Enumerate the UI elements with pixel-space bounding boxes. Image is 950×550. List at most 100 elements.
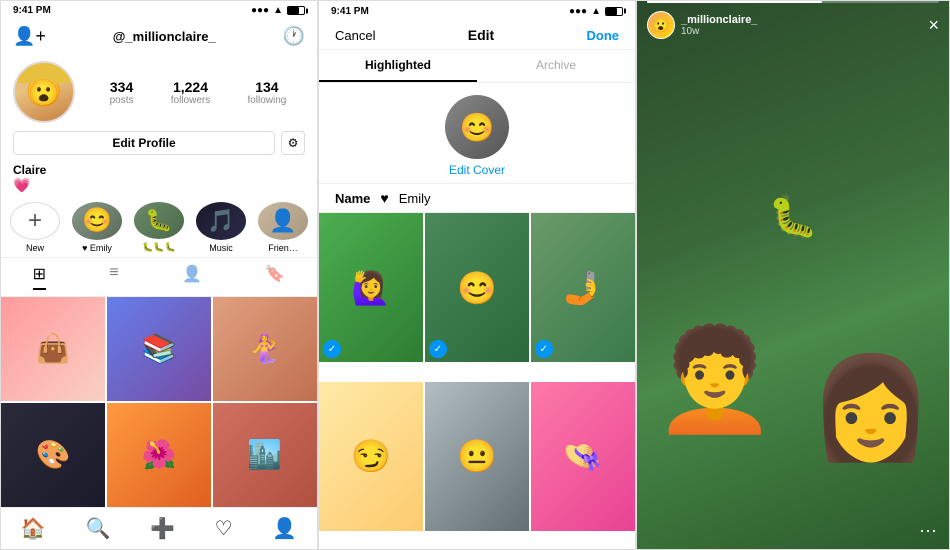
cover-emoji: 😊 <box>460 111 495 144</box>
tab-list[interactable]: ≡ <box>109 264 118 290</box>
status-bar-2: 9:41 PM ●●● ▲ <box>319 1 635 21</box>
story-cell-6[interactable]: 👒 <box>531 382 635 531</box>
profile-name: Claire <box>1 161 317 177</box>
nav-username: @_millionclaire_ <box>113 29 216 44</box>
close-icon[interactable]: × <box>928 15 939 36</box>
story-check-2: ✓ <box>429 340 447 358</box>
nav-heart-icon[interactable]: ♡ <box>215 516 233 541</box>
bottom-nav: 🏠 🔍 ➕ ♡ 👤 <box>1 507 317 549</box>
music-avatar: 🎵 <box>207 208 234 234</box>
signal-icon-2: ●●● <box>569 6 587 17</box>
following-label: following <box>247 95 286 106</box>
story-bottom: ··· <box>637 512 949 549</box>
name-value[interactable]: Emily <box>399 191 619 206</box>
story-cell-3[interactable]: 🤳 ✓ <box>531 213 635 362</box>
edit-tabs: Highlighted Archive <box>319 50 635 83</box>
story-bg-4: 😏 <box>319 382 423 531</box>
cover-section: 😊 Edit Cover <box>319 83 635 183</box>
story-overlay: 😮 _millionclaire_ 10w × ··· <box>637 1 949 549</box>
photo-1: 👜 <box>1 297 105 401</box>
status-time-1: 9:41 PM <box>13 5 51 16</box>
story-username: _millionclaire_ <box>681 14 757 26</box>
done-button[interactable]: Done <box>586 28 619 43</box>
new-highlight-circle: + <box>10 202 60 240</box>
history-icon[interactable]: 🕐 <box>283 26 305 47</box>
story-cell-4[interactable]: 😏 <box>319 382 423 531</box>
story-avatar: 😮 <box>647 11 675 39</box>
name-label: Name <box>335 191 370 206</box>
status-icons-2: ●●● ▲ <box>569 6 623 17</box>
friends-circle: 👤 <box>258 202 308 240</box>
grid-cell-6[interactable]: 🏙️ <box>213 403 317 507</box>
highlight-music[interactable]: 🎵 Music <box>195 202 247 253</box>
story-cell-5[interactable]: 😐 <box>425 382 529 531</box>
story-cell-1[interactable]: 🙋‍♀️ ✓ <box>319 213 423 362</box>
music-label: Music <box>209 243 233 253</box>
photo-4: 🎨 <box>1 403 105 507</box>
highlight-caterpillar[interactable]: 🐛 🐛🐛🐛 <box>133 202 185 253</box>
nav-bar-profile: 👤+ @_millionclaire_ 🕐 <box>1 20 317 53</box>
photo-3: 🧜‍♀️ <box>213 297 317 401</box>
tab-tagged[interactable]: 👤 <box>182 264 202 290</box>
tab-archive[interactable]: Archive <box>477 50 635 82</box>
avatar[interactable]: 😮 <box>13 61 75 123</box>
grid-cell-2[interactable]: 📚 <box>107 297 211 401</box>
avatar-face: 😮 <box>15 63 73 121</box>
followers-label: followers <box>171 95 210 106</box>
edit-title: Edit <box>468 27 494 43</box>
nav-profile-icon[interactable]: 👤 <box>272 516 297 541</box>
tab-saved[interactable]: 🔖 <box>265 264 285 290</box>
person-add-icon[interactable]: 👤+ <box>13 26 46 47</box>
caterpillar-circle: 🐛 <box>134 202 184 239</box>
more-options-icon[interactable]: ··· <box>919 520 937 541</box>
tab-grid[interactable]: ⊞ <box>33 264 46 290</box>
story-bg-6: 👒 <box>531 382 635 531</box>
edit-cover-link[interactable]: Edit Cover <box>449 163 505 177</box>
followers-count: 1,224 <box>173 79 208 95</box>
tab-highlighted[interactable]: Highlighted <box>319 50 477 82</box>
caterpillar-avatar: 🐛 <box>145 207 172 233</box>
nav-add-icon[interactable]: ➕ <box>150 516 175 541</box>
grid-cell-5[interactable]: 🌺 <box>107 403 211 507</box>
emily-label: ♥ Emily <box>82 243 112 253</box>
nav-home-icon[interactable]: 🏠 <box>21 516 46 541</box>
story-cell-2[interactable]: 😊 ✓ <box>425 213 529 362</box>
phone-profile: 9:41 PM ●●● ▲ 👤+ @_millionclaire_ 🕐 😮 33… <box>0 0 318 550</box>
settings-icon[interactable]: ⚙ <box>281 131 305 155</box>
signal-icon: ●●● <box>251 5 269 16</box>
highlight-emily[interactable]: 😊 ♥ Emily <box>71 202 123 253</box>
nav-search-icon[interactable]: 🔍 <box>85 516 110 541</box>
story-view: 🧑‍🦱 👩 🐛 😮 _millionclaire_ 10w <box>637 1 949 549</box>
grid-tabs: ⊞ ≡ 👤 🔖 <box>1 258 317 297</box>
caterpillar-label: 🐛🐛🐛 <box>142 242 176 253</box>
phone-story: 🧑‍🦱 👩 🐛 😮 _millionclaire_ 10w <box>636 0 950 550</box>
name-row: Name ♥ Emily <box>319 183 635 213</box>
stat-followers[interactable]: 1,224 followers <box>171 79 210 106</box>
edit-nav: Cancel Edit Done <box>319 21 635 50</box>
stats-row: 334 posts 1,224 followers 134 following <box>91 79 305 106</box>
edit-profile-button[interactable]: Edit Profile <box>13 131 275 155</box>
highlight-new-label: New <box>26 243 44 253</box>
following-count: 134 <box>255 79 278 95</box>
grid-cell-3[interactable]: 🧜‍♀️ <box>213 297 317 401</box>
profile-bio-emoji: 💗 <box>1 177 317 198</box>
friends-avatar: 👤 <box>269 208 296 234</box>
emily-circle: 😊 <box>72 202 122 240</box>
cover-circle[interactable]: 😊 <box>445 95 509 159</box>
highlight-new[interactable]: + New <box>9 202 61 253</box>
highlight-friends[interactable]: 👤 Frien… <box>257 202 309 253</box>
story-bg-5: 😐 <box>425 382 529 531</box>
battery-icon-2 <box>605 7 623 16</box>
grid-cell-1[interactable]: 👜 <box>1 297 105 401</box>
emily-avatar: 😊 <box>82 206 112 235</box>
story-user-info: _millionclaire_ 10w <box>681 14 757 37</box>
cancel-button[interactable]: Cancel <box>335 28 375 43</box>
stat-posts[interactable]: 334 posts <box>110 79 134 106</box>
wifi-icon: ▲ <box>273 5 283 16</box>
stories-grid: 🙋‍♀️ ✓ 😊 ✓ 🤳 ✓ 😏 😐 👒 <box>319 213 635 549</box>
photo-6: 🏙️ <box>213 403 317 507</box>
story-check-3: ✓ <box>535 340 553 358</box>
stat-following[interactable]: 134 following <box>247 79 286 106</box>
grid-cell-4[interactable]: 🎨 <box>1 403 105 507</box>
posts-count: 334 <box>110 79 133 95</box>
